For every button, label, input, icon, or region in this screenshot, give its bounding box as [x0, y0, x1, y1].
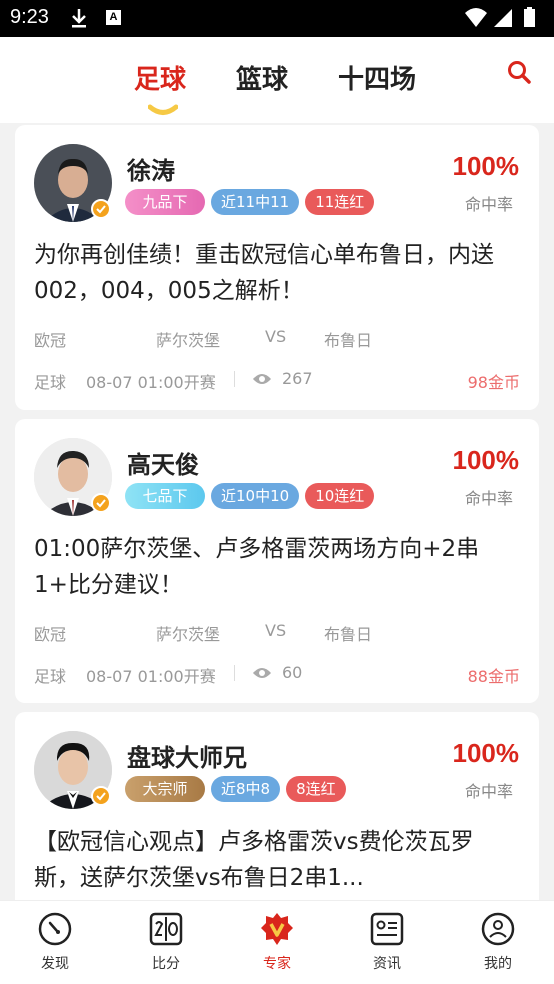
expert-name: 高天俊	[127, 451, 199, 479]
expert-badge-icon	[261, 913, 293, 945]
hit-rate-label: 命中率	[464, 782, 513, 801]
download-icon	[72, 9, 86, 28]
streak-tag: 8连红	[286, 776, 346, 802]
article-title[interactable]: 01:00萨尔茨堡、卢多格雷茨两场方向+2串1+比分建议！	[34, 531, 514, 603]
article-title[interactable]: 【欧冠信心观点】卢多格雷茨vs费伦茨瓦罗斯，送萨尔茨堡vs布鲁日2串1...	[34, 824, 514, 896]
rank-tag: 九品下	[125, 189, 205, 215]
expert-tags: 九品下 近11中11 11连红	[125, 189, 375, 215]
nav-label: 我的	[484, 956, 512, 972]
expert-card[interactable]: 徐涛 九品下 近11中11 11连红 100% 命中率 为你再创佳绩！重击欧冠信…	[15, 125, 539, 410]
news-icon	[370, 912, 404, 946]
wifi-icon	[465, 8, 487, 27]
signal-icon	[494, 9, 512, 27]
nav-label: 专家	[263, 956, 291, 972]
eye-icon	[253, 374, 271, 384]
nav-profile[interactable]: 我的	[458, 911, 538, 973]
hit-record-tag: 近11中11	[211, 189, 300, 215]
view-count: 267	[282, 369, 313, 388]
home-team: 萨尔茨堡	[156, 625, 221, 644]
search-icon[interactable]	[506, 59, 532, 85]
status-icons	[465, 7, 535, 27]
expert-tags: 七品下 近10中10 10连红	[125, 483, 375, 509]
nav-discover[interactable]: 发现	[15, 911, 95, 973]
expert-name: 盘球大师兄	[127, 744, 247, 772]
price-label: 88金币	[467, 667, 520, 686]
scoreboard-icon	[149, 912, 183, 946]
active-tab-indicator	[148, 104, 178, 115]
league-name: 欧冠	[34, 331, 67, 350]
tab-basketball[interactable]: 篮球	[236, 59, 288, 96]
hit-rate-value: 100%	[452, 151, 520, 181]
hit-record-tag: 近10中10	[211, 483, 300, 509]
hit-record-tag: 近8中8	[211, 776, 281, 802]
divider	[234, 371, 235, 387]
tab-fourteen[interactable]: 十四场	[338, 59, 416, 96]
kickoff-time: 08-07 01:00开赛	[86, 373, 216, 392]
sport-label: 足球	[34, 667, 67, 686]
nav-expert[interactable]: 专家	[237, 911, 317, 973]
nav-label: 资讯	[373, 956, 401, 972]
streak-tag: 10连红	[305, 483, 375, 509]
rank-tag: 七品下	[125, 483, 205, 509]
streak-tag: 11连红	[305, 189, 375, 215]
rank-tag: 大宗师	[125, 776, 205, 802]
nav-label: 比分	[152, 956, 180, 972]
status-time: 9:23	[10, 6, 49, 28]
nav-score[interactable]: 比分	[126, 911, 206, 973]
view-count: 60	[282, 663, 303, 682]
hit-rate-value: 100%	[452, 445, 520, 475]
nav-label: 发现	[41, 956, 69, 972]
divider	[234, 665, 235, 681]
nav-news[interactable]: 资讯	[347, 911, 427, 973]
a-notification-icon: A	[106, 10, 121, 25]
hit-rate-label: 命中率	[464, 489, 513, 508]
expert-card[interactable]: 盘球大师兄 大宗师 近8中8 8连红 100% 命中率 【欧冠信心观点】卢多格雷…	[15, 712, 539, 900]
verified-badge-icon	[91, 786, 111, 806]
vs-label: VS	[265, 327, 287, 346]
top-tab-bar: 足球 篮球 十四场	[0, 37, 554, 123]
compass-icon	[38, 912, 72, 946]
kickoff-time: 08-07 01:00开赛	[86, 667, 216, 686]
battery-icon	[524, 7, 535, 27]
expert-name: 徐涛	[127, 157, 175, 185]
vs-label: VS	[265, 621, 287, 640]
hit-rate-value: 100%	[452, 738, 520, 768]
verified-badge-icon	[91, 199, 111, 219]
sport-label: 足球	[34, 373, 67, 392]
home-team: 萨尔茨堡	[156, 331, 221, 350]
expert-card[interactable]: 高天俊 七品下 近10中10 10连红 100% 命中率 01:00萨尔茨堡、卢…	[15, 419, 539, 703]
bottom-nav: 发现 比分 专家 资讯 我的	[0, 900, 554, 984]
away-team: 布鲁日	[324, 625, 373, 644]
article-title[interactable]: 为你再创佳绩！重击欧冠信心单布鲁日，内送002，004，005之解析！	[34, 237, 514, 309]
expert-list[interactable]: 徐涛 九品下 近11中11 11连红 100% 命中率 为你再创佳绩！重击欧冠信…	[0, 123, 554, 900]
profile-icon	[481, 912, 515, 946]
tab-football[interactable]: 足球	[134, 59, 186, 96]
away-team: 布鲁日	[324, 331, 373, 350]
expert-tags: 大宗师 近8中8 8连红	[125, 776, 346, 802]
verified-badge-icon	[91, 493, 111, 513]
price-label: 98金币	[467, 373, 520, 392]
status-bar: 9:23 A	[0, 0, 554, 37]
league-name: 欧冠	[34, 625, 67, 644]
eye-icon	[253, 668, 271, 678]
hit-rate-label: 命中率	[464, 195, 513, 214]
